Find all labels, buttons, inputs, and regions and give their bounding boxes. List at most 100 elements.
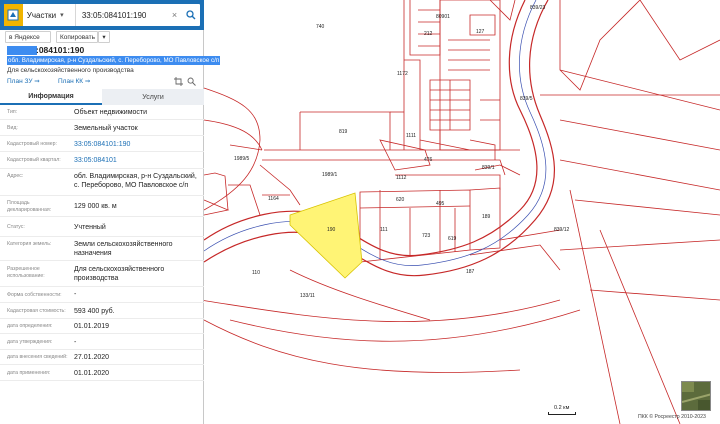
attribute-label: дата определения:	[7, 323, 53, 329]
attribute-label: Категория земель:	[7, 241, 52, 247]
clear-icon[interactable]: ×	[172, 10, 181, 20]
copy-options-button[interactable]: ▾	[98, 31, 110, 43]
parcel-label: 212	[424, 31, 433, 37]
cadastral-number-link[interactable]: 33:05:084101:190	[74, 140, 202, 149]
attribute-row: Форма собственности: -	[0, 287, 204, 303]
copy-button[interactable]: Копировать	[56, 31, 98, 43]
zoom-to-icon[interactable]	[187, 77, 196, 86]
attribute-label: Разрешенное использование:	[7, 266, 45, 279]
search-input[interactable]	[75, 5, 172, 25]
parcel-label: 619	[448, 236, 457, 242]
search-icon	[185, 10, 196, 20]
minimap-thumbnail[interactable]	[681, 381, 711, 411]
parcel-label: 495	[436, 201, 445, 207]
attribute-label: Площадь декларированная:	[7, 200, 52, 213]
yandex-label: в Яндексе	[9, 33, 40, 41]
attribute-value: -	[74, 339, 77, 346]
cadastral-quarter-link[interactable]: 33:05:084101	[74, 156, 202, 165]
attribute-row: Вид: Земельный участок	[0, 120, 204, 136]
attribute-row: Кадастровый квартал: 33:05:084101	[0, 152, 204, 169]
parcel-label: 80901	[436, 14, 450, 20]
object-type-label: Участки	[26, 10, 57, 20]
attribute-row: Категория земель: Земли сельскохозяйстве…	[0, 237, 204, 261]
tab-info[interactable]: Информация	[0, 89, 102, 105]
rosreestr-logo-icon	[4, 4, 23, 26]
parcel-label: 1164	[268, 196, 279, 202]
attribute-label: Кадастровая стоимость:	[7, 308, 66, 314]
parcel-label: 476	[424, 157, 433, 163]
object-address-line: обл. Владимирская, р-н Суздальский, с. П…	[0, 56, 221, 66]
attribute-label: Статус:	[7, 224, 25, 230]
plan-zu-label: План ЗУ	[7, 78, 33, 85]
crop-icon[interactable]	[174, 77, 183, 86]
object-title: :084101:190	[0, 44, 203, 56]
parcel-label: 1111	[406, 133, 417, 139]
attribute-row: Площадь декларированная: 129 000 кв. м	[0, 196, 204, 217]
parcel-label: 839/1	[482, 165, 495, 171]
selection-highlight	[7, 46, 37, 55]
parcel-label: 819	[339, 129, 348, 135]
attribute-value: 27.01.2020	[74, 354, 110, 361]
attribute-row: Тип: Объект недвижимости	[0, 105, 204, 120]
plan-kk-link[interactable]: План КК ⇒	[58, 77, 90, 85]
chevron-down-icon: ▾	[102, 34, 106, 41]
search-box: Участки ▾ ×	[4, 4, 200, 26]
parcel-label: 133/11	[300, 293, 315, 299]
search-bar: Участки ▾ ×	[0, 0, 204, 30]
attribute-label: Кадастровый номер:	[7, 141, 57, 147]
attribute-row: Кадастровый номер: 33:05:084101:190	[0, 136, 204, 152]
attribute-label: дата применения:	[7, 370, 51, 376]
object-purpose: Для сельскохозяйственного производства	[7, 67, 134, 74]
attribute-value: 593 400 руб.	[74, 308, 115, 315]
attribute-label: Вид:	[7, 125, 18, 131]
parcel-label: 839/12	[554, 227, 570, 233]
parcel-label: 187	[466, 269, 475, 275]
attribute-row: дата утверждения: -	[0, 334, 204, 350]
attribute-label: дата внесения сведений:	[7, 354, 68, 360]
tab-services-label: Услуги	[142, 93, 164, 101]
object-address: обл. Владимирская, р-н Суздальский, с. П…	[7, 56, 221, 65]
attribute-row: Разрешенное использование: Для сельскохо…	[0, 261, 204, 287]
attribute-row: Адрес: обл. Владимирская, р-н Суздальски…	[0, 169, 204, 196]
attribute-value: Объект недвижимости	[74, 109, 148, 116]
open-in-yandex-button[interactable]: в Яндексе	[5, 31, 51, 43]
scale-bar: 0.2 км	[548, 405, 576, 415]
plan-zu-link[interactable]: План ЗУ ⇒	[7, 77, 40, 85]
attribute-label: дата утверждения:	[7, 339, 53, 345]
attribute-value: обл. Владимирская, р-н Суздальский, с. П…	[74, 173, 197, 189]
attribute-row: дата внесения сведений: 27.01.2020	[0, 350, 204, 365]
tab-info-label: Информация	[28, 92, 74, 100]
info-panel: в Яндексе Копировать ▾ :084101:190 обл. …	[0, 30, 221, 424]
attribute-label: Тип:	[7, 109, 18, 115]
attribute-value: Для сельскохозяйственного производства	[74, 266, 165, 282]
parcel-label: 127	[476, 29, 485, 35]
parcel-label: 839/23	[530, 5, 546, 11]
parcel-label: 740	[316, 24, 325, 30]
tab-services[interactable]: Услуги	[102, 89, 204, 105]
attribute-row: дата определения: 01.01.2019	[0, 319, 204, 334]
attribute-value: -	[74, 291, 77, 298]
attribute-row: Статус: Учтенный	[0, 217, 204, 237]
chevron-down-icon: ▾	[60, 12, 64, 19]
search-button[interactable]	[181, 4, 200, 26]
attribute-value: 129 000 кв. м	[74, 203, 117, 210]
attribute-value: 01.01.2020	[74, 370, 110, 377]
parcel-label: 1112	[396, 175, 407, 181]
object-type-select[interactable]: Участки ▾	[23, 4, 76, 26]
attribute-row: дата применения: 01.01.2020	[0, 365, 204, 381]
plan-kk-label: План КК	[58, 78, 84, 85]
copy-label: Копировать	[60, 33, 95, 41]
attribute-value: 01.01.2019	[74, 323, 110, 330]
attribute-value: Земельный участок	[74, 125, 138, 132]
attribute-value: Земли сельскохозяйственного назначения	[74, 241, 173, 257]
parcel-label: 110	[252, 270, 260, 276]
object-number: :084101:190	[36, 45, 85, 55]
parcel-label: 620	[396, 197, 405, 203]
parcel-label: 1989/1	[322, 172, 338, 178]
parcel-label: 190	[327, 227, 336, 233]
parcel-label: 839/5	[520, 96, 533, 102]
attribute-row: Кадастровая стоимость: 593 400 руб.	[0, 303, 204, 319]
attribute-label: Форма собственности:	[7, 292, 62, 298]
attribute-value: Учтенный	[74, 224, 106, 231]
parcel-label: 1989/5	[234, 156, 250, 162]
